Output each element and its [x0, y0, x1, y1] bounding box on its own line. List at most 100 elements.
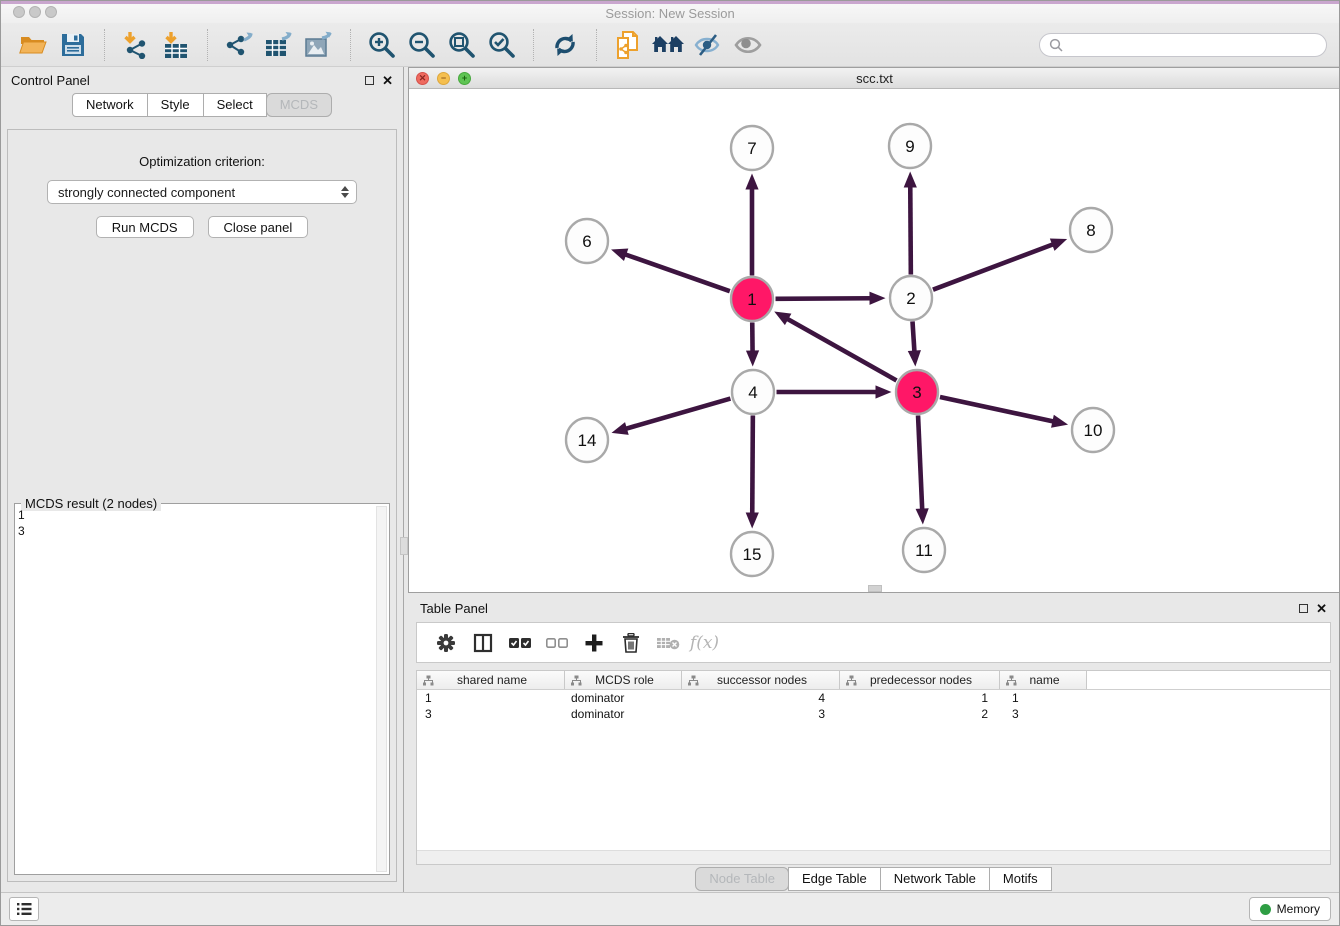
zoom-fit-button[interactable] — [442, 27, 482, 63]
refresh-view-button[interactable] — [545, 27, 585, 63]
network-graph[interactable]: 1 2 3 4 6 7 8 9 10 11 14 15 — [409, 89, 1340, 592]
open-session-button[interactable] — [13, 27, 53, 63]
graph-node-2[interactable]: 2 — [890, 276, 932, 320]
open-folder-icon — [19, 33, 47, 57]
table-cell[interactable]: 1 — [417, 690, 565, 706]
float-panel-icon[interactable] — [365, 76, 374, 85]
graph-node-11[interactable]: 11 — [903, 528, 945, 572]
graph-edge[interactable] — [746, 415, 759, 528]
graph-edge[interactable] — [746, 322, 759, 366]
delete-row-button[interactable] — [612, 626, 649, 660]
graph-edge[interactable] — [775, 292, 885, 305]
table-horizontal-scrollbar[interactable] — [417, 850, 1330, 864]
graph-edge[interactable] — [908, 321, 921, 366]
graph-node-14[interactable]: 14 — [566, 418, 608, 462]
network-minimize-button[interactable]: − — [437, 72, 450, 85]
table-cell[interactable]: dominator — [565, 690, 682, 706]
mcds-result-scrollbar[interactable] — [376, 506, 387, 872]
mcds-result-box: MCDS result (2 nodes) 1 3 — [14, 503, 390, 875]
column-header-successor-nodes[interactable]: successor nodes — [682, 671, 840, 689]
zoom-selected-button[interactable] — [482, 27, 522, 63]
graph-edge[interactable] — [745, 174, 758, 276]
show-graphics-details-button[interactable] — [728, 27, 768, 63]
settings-gear-button[interactable] — [427, 626, 464, 660]
graph-node-15[interactable]: 15 — [731, 532, 773, 576]
table-cell[interactable]: 4 — [682, 690, 840, 706]
table-cell[interactable]: 2 — [840, 706, 1000, 722]
home-layout-button[interactable] — [648, 27, 688, 63]
graph-edge[interactable] — [916, 415, 929, 524]
panel-splitter-grip[interactable] — [400, 537, 408, 555]
table-cell[interactable]: 3 — [682, 706, 840, 722]
column-header-name[interactable]: name — [1000, 671, 1087, 689]
minimize-window-button[interactable] — [29, 6, 41, 18]
table-cell[interactable]: 3 — [1000, 706, 1087, 722]
duplicate-network-button[interactable] — [608, 27, 648, 63]
graph-node-10[interactable]: 10 — [1072, 408, 1114, 452]
graph-node-1[interactable]: 1 — [731, 277, 773, 321]
run-mcds-button[interactable]: Run MCDS — [96, 216, 194, 238]
close-panel-icon[interactable]: ✕ — [382, 75, 393, 86]
tab-select[interactable]: Select — [203, 93, 267, 117]
export-network-button[interactable] — [219, 27, 259, 63]
hide-graphics-details-button[interactable] — [688, 27, 728, 63]
network-close-button[interactable]: ✕ — [416, 72, 429, 85]
tab-node-table[interactable]: Node Table — [695, 867, 789, 891]
column-header-predecessor-nodes[interactable]: predecessor nodes — [840, 671, 1000, 689]
graph-edge[interactable] — [904, 171, 917, 274]
add-row-button[interactable] — [575, 626, 612, 660]
unselect-all-button[interactable] — [538, 626, 575, 660]
import-network-button[interactable] — [116, 27, 156, 63]
graph-node-7[interactable]: 7 — [731, 126, 773, 170]
zoom-in-button[interactable] — [362, 27, 402, 63]
tab-style[interactable]: Style — [147, 93, 204, 117]
graph-node-3[interactable]: 3 — [896, 370, 938, 414]
table-row[interactable]: 1dominator411 — [417, 690, 1330, 706]
mcds-result-text[interactable]: 1 3 — [18, 507, 375, 871]
export-table-button[interactable] — [259, 27, 299, 63]
graph-node-4[interactable]: 4 — [732, 370, 774, 414]
save-session-button[interactable] — [53, 27, 93, 63]
table-cell[interactable]: 3 — [417, 706, 565, 722]
search-input[interactable] — [1069, 38, 1317, 52]
graph-edge[interactable] — [774, 312, 896, 381]
select-all-button[interactable] — [501, 626, 538, 660]
import-table-button[interactable] — [156, 27, 196, 63]
close-panel-button[interactable]: Close panel — [208, 216, 309, 238]
network-resize-grip[interactable] — [868, 585, 882, 592]
table-cell[interactable]: 1 — [1000, 690, 1087, 706]
float-table-panel-icon[interactable] — [1299, 604, 1308, 613]
show-column-button[interactable] — [464, 626, 501, 660]
close-window-button[interactable] — [13, 6, 25, 18]
graph-edge[interactable] — [611, 249, 730, 292]
tab-network[interactable]: Network — [72, 93, 148, 117]
network-window-titlebar[interactable]: ✕ − + scc.txt — [409, 68, 1340, 89]
graph-edge[interactable] — [933, 238, 1067, 289]
table-cell[interactable]: 1 — [840, 690, 1000, 706]
graph-node-9[interactable]: 9 — [889, 124, 931, 168]
criterion-select[interactable]: strongly connected component — [47, 180, 357, 204]
column-header-MCDS-role[interactable]: MCDS role — [565, 671, 682, 689]
zoom-window-button[interactable] — [45, 6, 57, 18]
column-header-shared-name[interactable]: shared name — [417, 671, 565, 689]
graph-edge[interactable] — [777, 385, 892, 398]
graph-node-8[interactable]: 8 — [1070, 208, 1112, 252]
memory-button[interactable]: Memory — [1249, 897, 1331, 921]
table-row[interactable]: 3dominator323 — [417, 706, 1330, 722]
tab-mcds[interactable]: MCDS — [266, 93, 332, 117]
table-header-row: shared nameMCDS rolesuccessor nodesprede… — [417, 671, 1330, 690]
export-image-button[interactable] — [299, 27, 339, 63]
close-table-panel-icon[interactable]: ✕ — [1316, 603, 1327, 614]
tab-motifs[interactable]: Motifs — [989, 867, 1052, 891]
table-cell[interactable]: dominator — [565, 706, 682, 722]
network-canvas[interactable]: 1 2 3 4 6 7 8 9 10 11 14 15 — [409, 89, 1340, 592]
network-zoom-button[interactable]: + — [458, 72, 471, 85]
tab-network-table[interactable]: Network Table — [880, 867, 990, 891]
zoom-out-button[interactable] — [402, 27, 442, 63]
graph-node-6[interactable]: 6 — [566, 219, 608, 263]
tab-edge-table[interactable]: Edge Table — [788, 867, 881, 891]
task-history-button[interactable] — [9, 897, 39, 921]
graph-edge[interactable] — [611, 399, 730, 435]
search-field[interactable] — [1039, 33, 1327, 57]
graph-edge[interactable] — [940, 397, 1068, 428]
